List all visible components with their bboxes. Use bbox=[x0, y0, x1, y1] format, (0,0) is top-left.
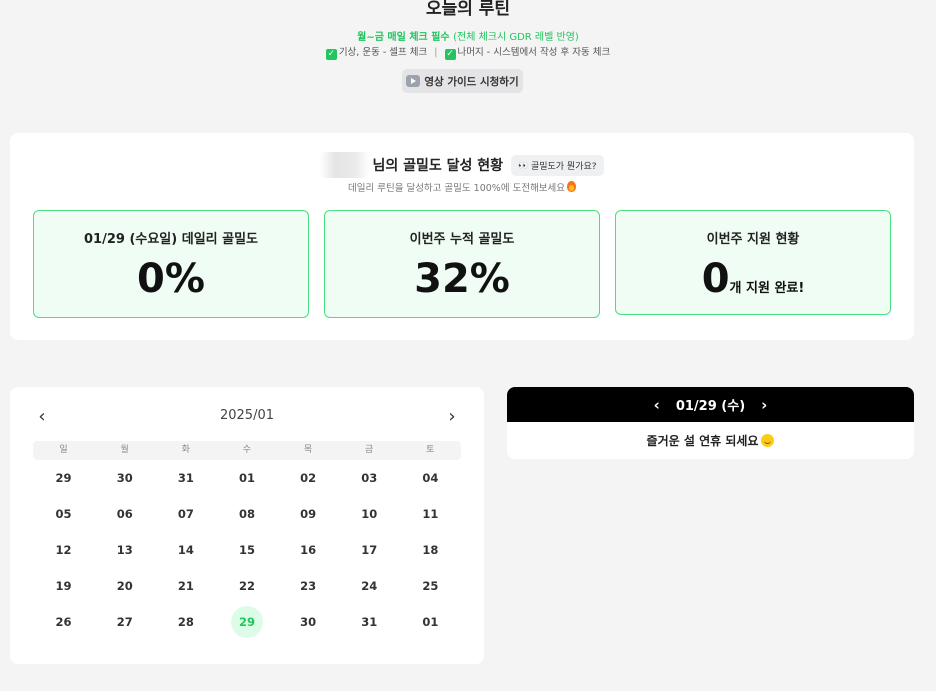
calendar-day[interactable]: 02 bbox=[292, 462, 324, 494]
weekday-label: 토 bbox=[426, 445, 435, 455]
rule-sub-part2: 나머지 - 시스템에서 작성 후 자동 체크 bbox=[457, 47, 611, 58]
day-prev-button[interactable]: ‹ bbox=[654, 396, 660, 414]
weekday-label: 일 bbox=[59, 445, 68, 455]
calendar-day[interactable]: 04 bbox=[414, 462, 446, 494]
stat-unit: 개 지원 완료! bbox=[729, 281, 805, 296]
weekday-label: 금 bbox=[365, 445, 374, 455]
video-icon bbox=[406, 75, 421, 87]
calendar-day[interactable]: 23 bbox=[292, 570, 324, 602]
day-next-button[interactable]: › bbox=[761, 396, 767, 414]
calendar-day[interactable]: 16 bbox=[292, 534, 324, 566]
rule-main: 월~금 매일 체크 필수 bbox=[357, 32, 450, 43]
weekday-label: 수 bbox=[242, 445, 252, 455]
daily-density-box: 01/29 (수요일) 데일리 골밀도 0% bbox=[33, 210, 309, 318]
weekday-label: 월 bbox=[120, 445, 129, 455]
calendar-day[interactable]: 18 bbox=[414, 534, 446, 566]
rule-sub-part1: 기상, 운동 - 셀프 체크 bbox=[338, 47, 428, 58]
rule-subtext: ✓ 기상, 운동 - 셀프 체크 | ✓ 나머지 - 시스템에서 작성 후 자동 체… bbox=[0, 44, 936, 60]
separator: | bbox=[434, 47, 438, 58]
calendar-day[interactable]: 10 bbox=[353, 498, 385, 530]
calendar-day[interactable]: 05 bbox=[48, 498, 80, 530]
calendar-day[interactable]: 12 bbox=[48, 534, 80, 566]
stat-value: 32% bbox=[325, 255, 599, 303]
page-title: 오늘의 루틴 bbox=[425, 0, 511, 19]
calendar-day[interactable]: 14 bbox=[170, 534, 202, 566]
calendar-day[interactable]: 19 bbox=[48, 570, 80, 602]
weekly-support-box: 이번주 지원 현황 0개 지원 완료! bbox=[615, 210, 891, 315]
stat-number: 0% bbox=[137, 256, 205, 302]
stat-label: 이번주 지원 현황 bbox=[706, 232, 800, 247]
stat-value: 0% bbox=[34, 255, 308, 303]
calendar-day[interactable]: 15 bbox=[231, 534, 263, 566]
calendar-day[interactable]: 11 bbox=[414, 498, 446, 530]
weekday-label: 화 bbox=[181, 445, 190, 455]
calendar-day[interactable]: 20 bbox=[109, 570, 141, 602]
calendar-day[interactable]: 17 bbox=[353, 534, 385, 566]
check-mark-icon: ✓ bbox=[325, 49, 337, 60]
fire-icon bbox=[567, 181, 577, 192]
calendar-day[interactable]: 06 bbox=[109, 498, 141, 530]
day-detail-card: ‹ 01/29 (수) › 즐거운 설 연휴 되세요 bbox=[507, 387, 914, 459]
weekly-density-box: 이번주 누적 골밀도 32% bbox=[324, 210, 600, 318]
bone-density-status-card: 님의 골밀도 달성 현황 👀 골밀도가 뭔가요? 데일리 루틴을 달성하고 골밀… bbox=[10, 133, 914, 340]
calendar-day[interactable]: 09 bbox=[292, 498, 324, 530]
calendar-day[interactable]: 25 bbox=[414, 570, 446, 602]
status-subtitle: 데일리 루틴을 달성하고 골밀도 100%에 도전해보세요 bbox=[10, 180, 914, 194]
stat-value: 0개 지원 완료! bbox=[616, 255, 890, 313]
day-detail-message-text: 즐거운 설 연휴 되세요 bbox=[646, 434, 759, 448]
calendar-day[interactable]: 08 bbox=[231, 498, 263, 530]
check-mark-icon: ✓ bbox=[444, 49, 456, 60]
calendar-day[interactable]: 07 bbox=[170, 498, 202, 530]
calendar-day[interactable]: 29 bbox=[48, 462, 80, 494]
calendar-day[interactable]: 03 bbox=[353, 462, 385, 494]
eyes-icon: 👀 bbox=[517, 160, 528, 170]
day-detail-message: 즐거운 설 연휴 되세요 bbox=[507, 432, 914, 449]
calendar-day[interactable]: 21 bbox=[170, 570, 202, 602]
calendar-next-button[interactable]: › bbox=[442, 407, 462, 427]
stat-label: 이번주 누적 골밀도 bbox=[409, 232, 515, 247]
calendar-day[interactable]: 28 bbox=[170, 606, 202, 638]
calendar-day[interactable]: 31 bbox=[170, 462, 202, 494]
status-header: 님의 골밀도 달성 현황 👀 골밀도가 뭔가요? bbox=[10, 152, 914, 178]
smile-icon bbox=[761, 434, 775, 447]
status-subtitle-text: 데일리 루틴을 달성하고 골밀도 100%에 도전해보세요 bbox=[347, 183, 566, 194]
calendar-card: ‹ 2025/01 › 일 월 화 수 목 금 토 29 30 31 01 02 03 04… bbox=[10, 387, 484, 664]
calendar-day[interactable]: 31 bbox=[353, 606, 385, 638]
rule-note: (전체 체크시 GDR 레벨 반영) bbox=[453, 32, 579, 43]
day-detail-header: ‹ 01/29 (수) › bbox=[507, 387, 914, 422]
calendar-day[interactable]: 30 bbox=[109, 462, 141, 494]
video-guide-label: 영상 가이드 시청하기 bbox=[424, 75, 519, 88]
calendar-day[interactable]: 01 bbox=[231, 462, 263, 494]
calendar-day[interactable]: 26 bbox=[48, 606, 80, 638]
calendar-day[interactable]: 30 bbox=[292, 606, 324, 638]
blurred-username bbox=[320, 152, 371, 178]
weekday-header: 일 월 화 수 목 금 토 bbox=[33, 441, 461, 460]
rule-text: 월~금 매일 체크 필수 (전체 체크시 GDR 레벨 반영) bbox=[0, 28, 936, 43]
calendar-day-selected[interactable]: 29 bbox=[231, 606, 263, 638]
stat-number: 0 bbox=[701, 256, 730, 302]
calendar-day[interactable]: 22 bbox=[231, 570, 263, 602]
calendar-month: 2025/01 bbox=[219, 408, 274, 423]
calendar-day[interactable]: 24 bbox=[353, 570, 385, 602]
calendar-day[interactable]: 27 bbox=[109, 606, 141, 638]
what-is-bone-density-label: 골밀도가 뭔가요? bbox=[530, 161, 597, 172]
what-is-bone-density-button[interactable]: 👀 골밀도가 뭔가요? bbox=[510, 154, 604, 176]
calendar-day[interactable]: 13 bbox=[109, 534, 141, 566]
stat-number: 32% bbox=[414, 256, 510, 302]
calendar-day[interactable]: 01 bbox=[414, 606, 446, 638]
video-guide-button[interactable]: 영상 가이드 시청하기 bbox=[402, 69, 523, 93]
stat-label: 01/29 (수요일) 데일리 골밀도 bbox=[83, 232, 259, 247]
day-detail-date: 01/29 (수) bbox=[675, 399, 746, 414]
weekday-label: 목 bbox=[303, 445, 313, 455]
status-title: 님의 골밀도 달성 현황 bbox=[372, 158, 503, 174]
